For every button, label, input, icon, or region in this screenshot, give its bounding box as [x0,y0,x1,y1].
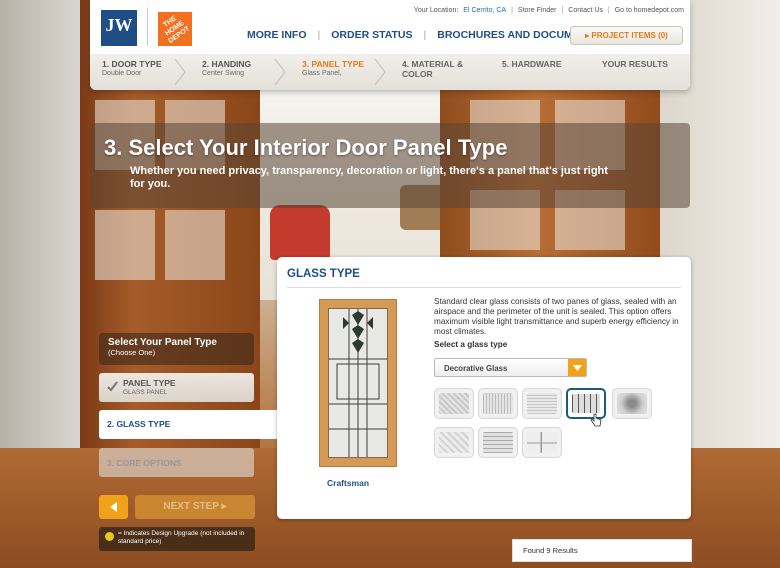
glass-swatch-2[interactable] [478,388,518,419]
step-door-type[interactable]: 1. DOOR TYPE Double Door [90,54,190,90]
contact-us-link[interactable]: Contact Us [568,7,603,14]
glass-swatch-3[interactable] [522,388,562,419]
back-button[interactable] [99,495,128,519]
step-hardware[interactable]: 5. HARDWARE [490,54,590,90]
nav-more-info[interactable]: MORE INFO [236,29,318,41]
design-upgrade-legend: = Indicates Design Upgrade (not included… [99,527,255,551]
glass-swatch-1[interactable] [434,388,474,419]
glass-type-panel: GLASS TYPE Craftsman Standard clear glas… [277,257,691,519]
project-items-button[interactable]: ▸ PROJECT ITEMS (0) [570,26,683,45]
chevron-right-icon [174,58,186,86]
logo-divider [147,8,148,46]
next-step-button[interactable]: NEXT STEP ▸ [135,495,255,519]
arrow-right-icon: ▸ [221,501,227,512]
location-label: Your Location: [413,7,459,14]
checkmark-icon [107,381,118,392]
panel-selector-title: Select Your Panel Type (Choose One) [99,333,254,365]
site-header: JW JELD-WEN THE HOME DEPOT Your Location… [90,0,690,90]
homedepot-link[interactable]: Go to homedepot.com [615,7,684,14]
option-core-options[interactable]: 3. CORE OPTIONS [99,448,254,477]
results-count: Found 9 Results [512,539,692,562]
nav-order-status[interactable]: ORDER STATUS [320,29,423,41]
glass-swatch-7[interactable] [478,427,518,458]
step-your-results[interactable]: YOUR RESULTS [590,54,690,90]
chevron-right-icon [274,58,286,86]
upgrade-icon [105,532,114,541]
top-links: Your Location: El Cerrito, CA | Store Fi… [413,7,684,14]
hero-banner: 3. Select Your Interior Door Panel Type … [90,123,690,208]
option-glass-type[interactable]: 2. GLASS TYPE [99,410,277,439]
glass-swatch-6[interactable] [434,427,474,458]
page-subtitle: Whether you need privacy, transparency, … [130,165,608,190]
store-finder-link[interactable]: Store Finder [518,7,557,14]
home-depot-logo[interactable]: THE HOME DEPOT [158,12,192,46]
glass-swatch-8[interactable] [522,427,562,458]
glass-type-heading: GLASS TYPE [287,268,360,280]
glass-description: Standard clear glass consists of two pan… [434,297,679,336]
option-panel-type[interactable]: PANEL TYPE GLASS PANEL [99,373,254,402]
arrow-left-icon [109,502,117,512]
glass-swatch-5[interactable] [612,388,652,419]
step-progress-bar: 1. DOOR TYPE Double Door 2. HANDING Center… [90,54,690,90]
step-handing[interactable]: 2. HANDING Center Swing [190,54,290,90]
jeld-wen-logo-text: JELD-WEN [101,40,137,46]
chevron-down-icon [568,359,586,376]
step-panel-type[interactable]: 3. PANEL TYPE Glass Panel, [290,54,390,90]
door-caption: Craftsman [327,478,370,488]
chevron-right-icon [374,58,386,86]
location-link[interactable]: El Cerrito, CA [463,7,506,14]
main-nav: MORE INFO | ORDER STATUS | BROCHURES AND… [236,29,612,41]
select-glass-label: Select a glass type [434,340,508,349]
cursor-hand-icon [590,413,602,427]
door-preview-image [319,299,397,467]
page-title: 3. Select Your Interior Door Panel Type [104,135,508,160]
step-material-color[interactable]: 4. MATERIAL & COLOR [390,54,490,90]
glass-type-dropdown[interactable]: Decorative Glass [434,358,587,377]
